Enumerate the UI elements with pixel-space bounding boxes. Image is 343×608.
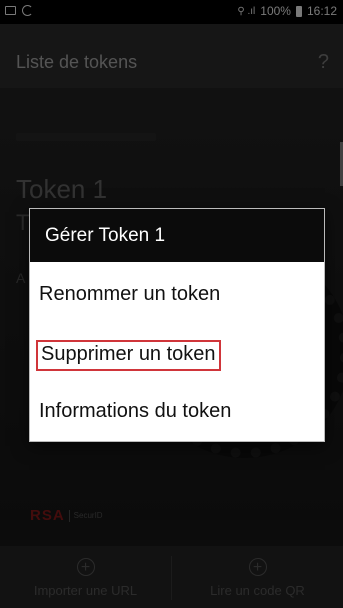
- highlight-box: Supprimer un token: [36, 340, 221, 371]
- menu-item-label: Supprimer un token: [41, 343, 216, 365]
- dialog-title: Gérer Token 1: [45, 225, 166, 246]
- dialog-header: Gérer Token 1: [30, 209, 324, 262]
- delete-token-item[interactable]: Supprimer un token: [30, 327, 324, 384]
- menu-item-label: Renommer un token: [39, 283, 221, 305]
- menu-item-label: Informations du token: [39, 400, 232, 422]
- manage-token-dialog: Gérer Token 1 Renommer un token Supprime…: [29, 208, 325, 442]
- token-info-item[interactable]: Informations du token: [30, 384, 324, 441]
- rename-token-item[interactable]: Renommer un token: [30, 267, 324, 324]
- app-screen: ⚲ .ıl 100% 16:12 Liste de tokens ? Token…: [0, 0, 343, 608]
